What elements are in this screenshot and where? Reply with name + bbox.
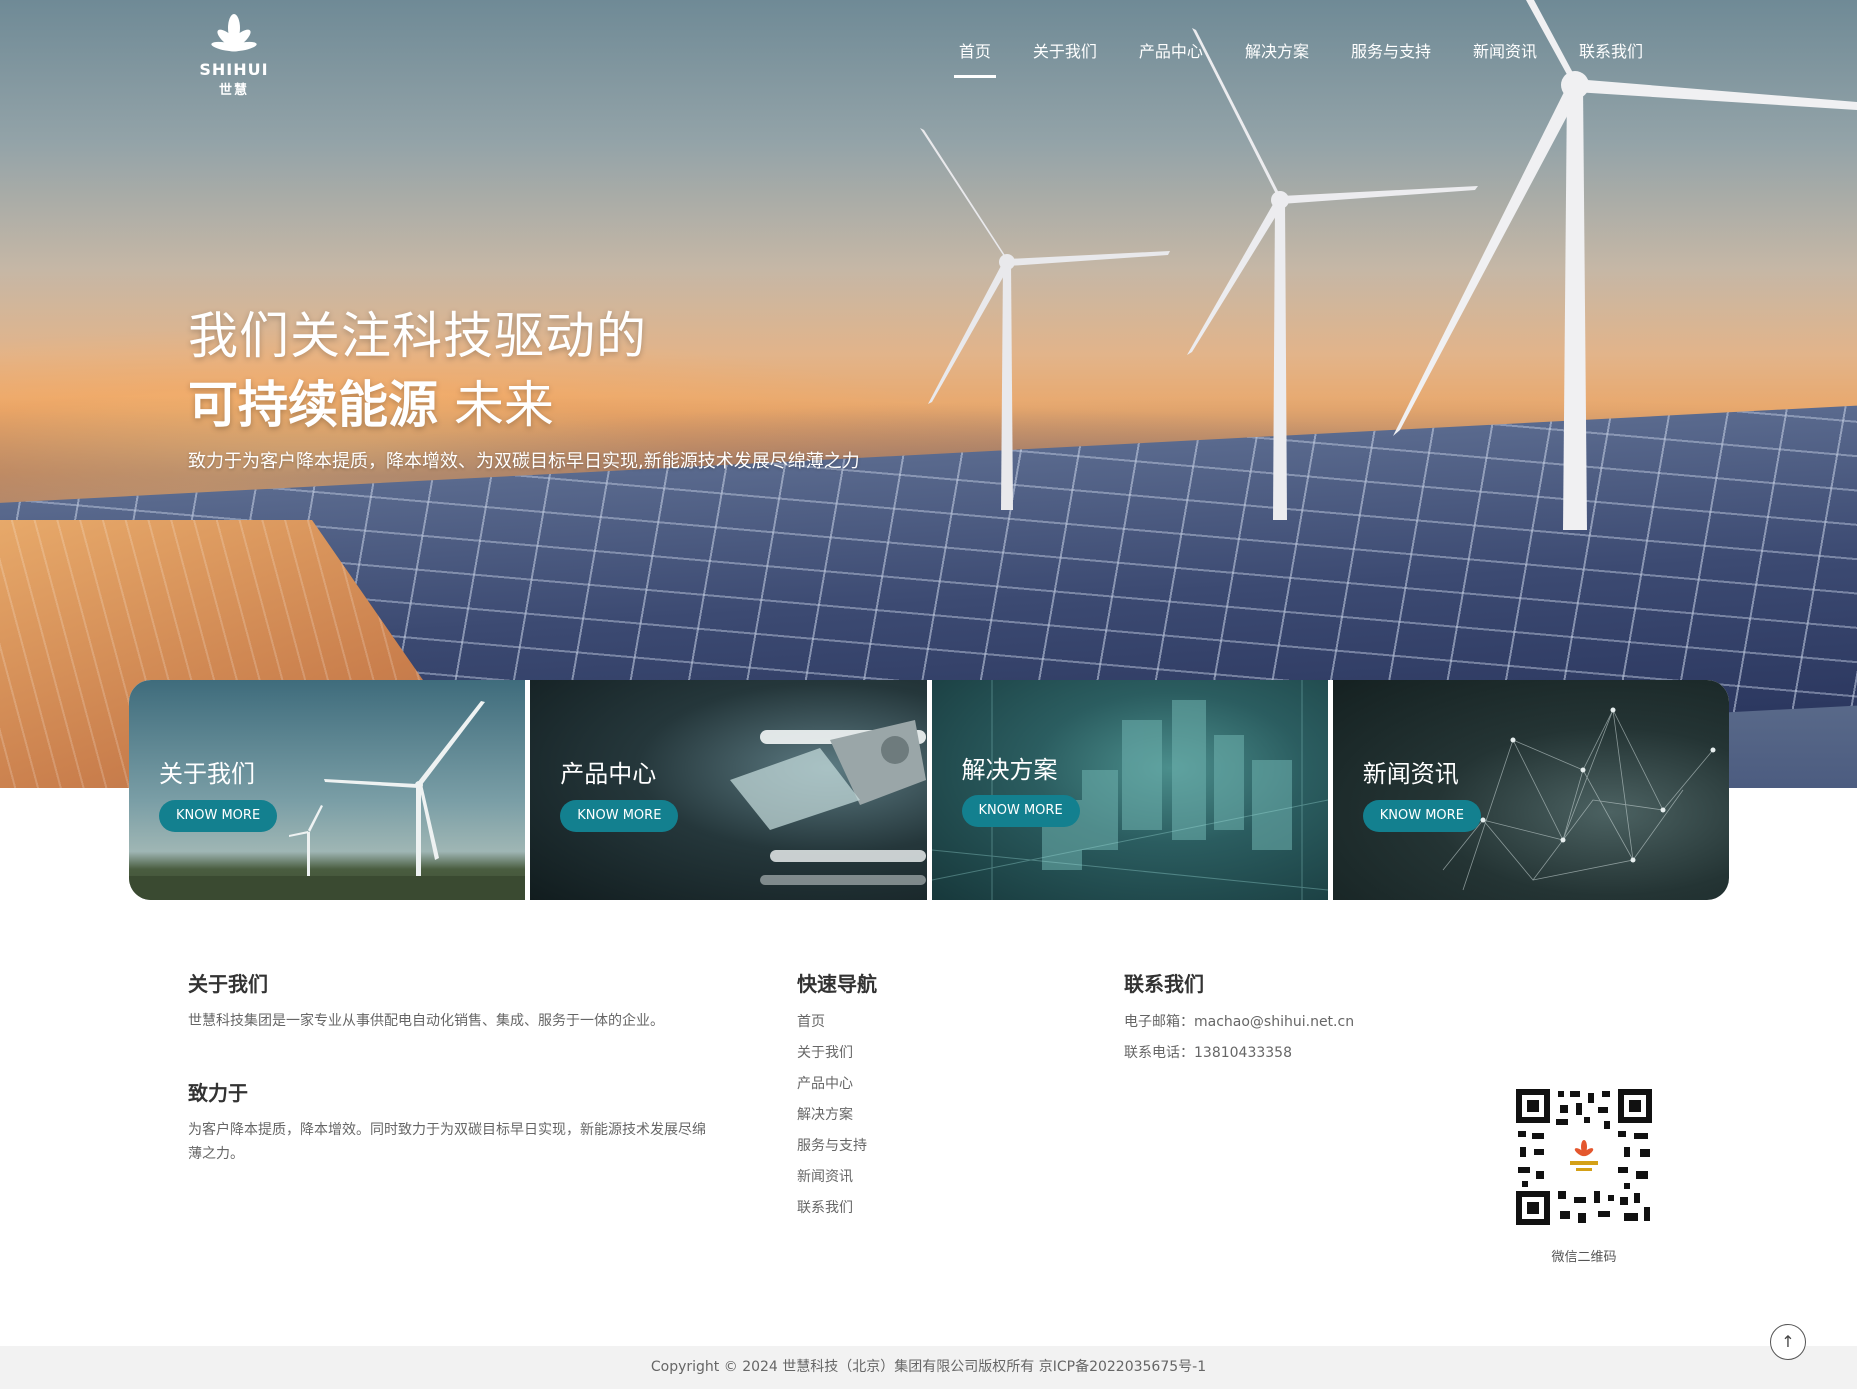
card-about[interactable]: 关于我们 KNOW MORE: [129, 680, 526, 900]
card-news-title: 新闻资讯: [1362, 760, 1459, 788]
wind-turbine-image: [129, 701, 525, 900]
network-mesh-image: [1442, 707, 1716, 891]
nav-item-contact[interactable]: 联系我们: [1558, 40, 1664, 78]
card-solutions-know-more-button[interactable]: KNOW MORE: [961, 795, 1080, 827]
card-about-title: 关于我们: [159, 760, 255, 788]
card-solutions[interactable]: 解决方案 KNOW MORE: [931, 680, 1328, 900]
copyright-bar: Copyright © 2024 世慧科技（北京）集团有限公司版权所有 京ICP…: [0, 1346, 1857, 1389]
smart-city-image: [931, 680, 1328, 900]
footer-mission-heading: 致力于: [188, 1081, 248, 1105]
footer-contact-phone: 联系电话：13810433358: [1124, 1045, 1292, 1061]
card-products-know-more-button[interactable]: KNOW MORE: [560, 800, 679, 832]
logo-chinese-name: 世慧: [218, 83, 249, 98]
card-about-know-more-button[interactable]: KNOW MORE: [159, 800, 278, 832]
hero-headline-bold: 可持续能源: [188, 376, 438, 434]
qr-code-label: 微信二维码: [1551, 1250, 1617, 1265]
hero-headline-line1: 我们关注科技驱动的: [188, 307, 647, 365]
hero-subtitle: 致力于为客户降本提质，降本增效、为双碳目标早日实现,新能源技术发展尽绵薄之力: [188, 451, 860, 472]
footer-link-products[interactable]: 产品中心: [797, 1073, 853, 1093]
wind-turbine-2: [1187, 28, 1478, 520]
nav-item-solutions[interactable]: 解决方案: [1224, 40, 1330, 78]
wind-turbine-3: [1393, 0, 1857, 530]
card-solutions-title: 解决方案: [961, 756, 1058, 784]
footer-mission-text: 为客户降本提质，降本增效。同时致力于为双碳目标早日实现，新能源技术发展尽绵薄之力…: [188, 1122, 706, 1162]
nav-item-home[interactable]: 首页: [938, 40, 1012, 78]
logo-wordmark: SHIHUI: [199, 60, 269, 79]
feature-cards: 关于我们 KNOW MORE 产品中心 KNOW MORE 解决方案 KNOW …: [129, 680, 1729, 900]
footer-link-solutions[interactable]: 解决方案: [797, 1104, 853, 1124]
footer-quick-nav-heading: 快速导航: [797, 972, 877, 996]
nav-item-products[interactable]: 产品中心: [1118, 40, 1224, 78]
footer-link-about[interactable]: 关于我们: [797, 1042, 853, 1062]
card-news-know-more-button[interactable]: KNOW MORE: [1362, 800, 1481, 832]
footer-about-text: 世慧科技集团是一家专业从事供配电自动化销售、集成、服务于一体的企业。: [188, 1013, 664, 1029]
footer-link-service[interactable]: 服务与支持: [797, 1135, 867, 1155]
nav-item-about[interactable]: 关于我们: [1012, 40, 1118, 78]
nav-item-service[interactable]: 服务与支持: [1330, 40, 1452, 78]
card-products[interactable]: 产品中心 KNOW MORE: [530, 680, 927, 900]
footer-contact-heading: 联系我们: [1124, 972, 1204, 996]
footer-link-contact[interactable]: 联系我们: [797, 1197, 853, 1217]
footer-contact-email[interactable]: 电子邮箱：machao@shihui.net.cn: [1124, 1011, 1354, 1031]
main-nav: 首页 关于我们 产品中心 解决方案 服务与支持 新闻资讯 联系我们: [938, 40, 1664, 78]
wechat-qr-code: [1514, 1087, 1654, 1227]
card-products-title: 产品中心: [560, 760, 657, 788]
robot-arm-image: [730, 720, 927, 885]
back-to-top-button[interactable]: ↑: [1770, 1324, 1806, 1360]
footer-about-heading: 关于我们: [188, 972, 268, 996]
footer-link-news[interactable]: 新闻资讯: [797, 1166, 853, 1186]
card-news[interactable]: 新闻资讯 KNOW MORE: [1332, 680, 1729, 900]
nav-item-news[interactable]: 新闻资讯: [1452, 40, 1558, 78]
hero-headline-rest: 未来: [453, 376, 554, 434]
hero-headline-line2: 可持续能源 未来: [188, 365, 554, 437]
arrow-up-icon: ↑: [1781, 1332, 1795, 1351]
wind-turbine-1: [920, 128, 1170, 510]
footer-link-home[interactable]: 首页: [797, 1011, 825, 1031]
